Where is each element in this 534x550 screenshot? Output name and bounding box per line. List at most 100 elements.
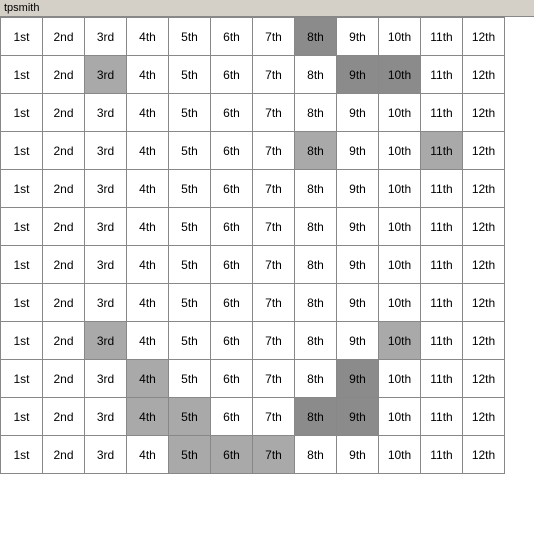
table-cell[interactable]: 11th: [421, 18, 463, 56]
table-cell[interactable]: 3rd: [85, 398, 127, 436]
table-cell[interactable]: 7th: [253, 398, 295, 436]
table-cell[interactable]: 5th: [169, 322, 211, 360]
table-cell[interactable]: 7th: [253, 170, 295, 208]
table-cell[interactable]: 11th: [421, 56, 463, 94]
table-cell[interactable]: 5th: [169, 18, 211, 56]
table-cell[interactable]: 7th: [253, 94, 295, 132]
table-cell[interactable]: 6th: [211, 208, 253, 246]
table-cell[interactable]: 3rd: [85, 56, 127, 94]
table-cell[interactable]: 1st: [1, 246, 43, 284]
table-cell[interactable]: 6th: [211, 56, 253, 94]
table-cell[interactable]: 6th: [211, 170, 253, 208]
table-cell[interactable]: 7th: [253, 322, 295, 360]
table-cell[interactable]: 11th: [421, 94, 463, 132]
table-cell[interactable]: 10th: [379, 132, 421, 170]
table-cell[interactable]: 8th: [295, 398, 337, 436]
table-cell[interactable]: 10th: [379, 18, 421, 56]
table-cell[interactable]: 12th: [463, 246, 505, 284]
table-cell[interactable]: 10th: [379, 398, 421, 436]
table-cell[interactable]: 11th: [421, 284, 463, 322]
table-cell[interactable]: 4th: [127, 170, 169, 208]
table-cell[interactable]: 2nd: [43, 18, 85, 56]
table-cell[interactable]: 12th: [463, 170, 505, 208]
table-cell[interactable]: 11th: [421, 398, 463, 436]
table-cell[interactable]: 7th: [253, 208, 295, 246]
table-cell[interactable]: 1st: [1, 94, 43, 132]
table-cell[interactable]: 3rd: [85, 132, 127, 170]
table-cell[interactable]: 12th: [463, 360, 505, 398]
table-cell[interactable]: 1st: [1, 398, 43, 436]
table-cell[interactable]: 8th: [295, 18, 337, 56]
table-cell[interactable]: 9th: [337, 94, 379, 132]
table-cell[interactable]: 2nd: [43, 284, 85, 322]
table-cell[interactable]: 10th: [379, 56, 421, 94]
table-cell[interactable]: 6th: [211, 436, 253, 474]
table-cell[interactable]: 2nd: [43, 132, 85, 170]
table-cell[interactable]: 6th: [211, 322, 253, 360]
table-cell[interactable]: 3rd: [85, 322, 127, 360]
table-cell[interactable]: 10th: [379, 360, 421, 398]
table-cell[interactable]: 6th: [211, 94, 253, 132]
table-cell[interactable]: 12th: [463, 56, 505, 94]
table-cell[interactable]: 11th: [421, 322, 463, 360]
table-cell[interactable]: 2nd: [43, 56, 85, 94]
table-cell[interactable]: 9th: [337, 18, 379, 56]
table-cell[interactable]: 1st: [1, 436, 43, 474]
table-cell[interactable]: 12th: [463, 208, 505, 246]
table-cell[interactable]: 7th: [253, 360, 295, 398]
table-cell[interactable]: 4th: [127, 208, 169, 246]
table-cell[interactable]: 6th: [211, 284, 253, 322]
table-cell[interactable]: 1st: [1, 56, 43, 94]
table-cell[interactable]: 10th: [379, 322, 421, 360]
table-cell[interactable]: 1st: [1, 322, 43, 360]
table-cell[interactable]: 9th: [337, 246, 379, 284]
table-cell[interactable]: 11th: [421, 436, 463, 474]
table-cell[interactable]: 1st: [1, 18, 43, 56]
table-cell[interactable]: 8th: [295, 132, 337, 170]
table-cell[interactable]: 2nd: [43, 436, 85, 474]
table-cell[interactable]: 9th: [337, 132, 379, 170]
table-cell[interactable]: 4th: [127, 360, 169, 398]
table-cell[interactable]: 9th: [337, 360, 379, 398]
table-cell[interactable]: 7th: [253, 56, 295, 94]
table-cell[interactable]: 8th: [295, 246, 337, 284]
table-cell[interactable]: 6th: [211, 18, 253, 56]
table-cell[interactable]: 3rd: [85, 246, 127, 284]
table-cell[interactable]: 4th: [127, 56, 169, 94]
table-cell[interactable]: 12th: [463, 398, 505, 436]
table-cell[interactable]: 12th: [463, 284, 505, 322]
table-cell[interactable]: 3rd: [85, 170, 127, 208]
table-cell[interactable]: 2nd: [43, 360, 85, 398]
table-cell[interactable]: 5th: [169, 360, 211, 398]
table-cell[interactable]: 5th: [169, 436, 211, 474]
table-cell[interactable]: 1st: [1, 132, 43, 170]
table-cell[interactable]: 5th: [169, 132, 211, 170]
table-cell[interactable]: 5th: [169, 170, 211, 208]
table-cell[interactable]: 10th: [379, 246, 421, 284]
table-cell[interactable]: 5th: [169, 56, 211, 94]
table-cell[interactable]: 4th: [127, 18, 169, 56]
table-cell[interactable]: 2nd: [43, 246, 85, 284]
table-cell[interactable]: 1st: [1, 170, 43, 208]
table-cell[interactable]: 10th: [379, 284, 421, 322]
table-cell[interactable]: 3rd: [85, 360, 127, 398]
table-cell[interactable]: 8th: [295, 56, 337, 94]
table-cell[interactable]: 8th: [295, 284, 337, 322]
table-cell[interactable]: 9th: [337, 322, 379, 360]
table-cell[interactable]: 2nd: [43, 322, 85, 360]
table-cell[interactable]: 7th: [253, 18, 295, 56]
table-cell[interactable]: 5th: [169, 208, 211, 246]
table-cell[interactable]: 11th: [421, 208, 463, 246]
table-cell[interactable]: 7th: [253, 132, 295, 170]
table-cell[interactable]: 5th: [169, 284, 211, 322]
table-cell[interactable]: 4th: [127, 246, 169, 284]
table-cell[interactable]: 12th: [463, 94, 505, 132]
table-cell[interactable]: 4th: [127, 322, 169, 360]
table-cell[interactable]: 12th: [463, 132, 505, 170]
table-cell[interactable]: 4th: [127, 436, 169, 474]
table-cell[interactable]: 11th: [421, 170, 463, 208]
table-cell[interactable]: 9th: [337, 436, 379, 474]
table-cell[interactable]: 6th: [211, 246, 253, 284]
table-cell[interactable]: 5th: [169, 398, 211, 436]
table-cell[interactable]: 12th: [463, 18, 505, 56]
